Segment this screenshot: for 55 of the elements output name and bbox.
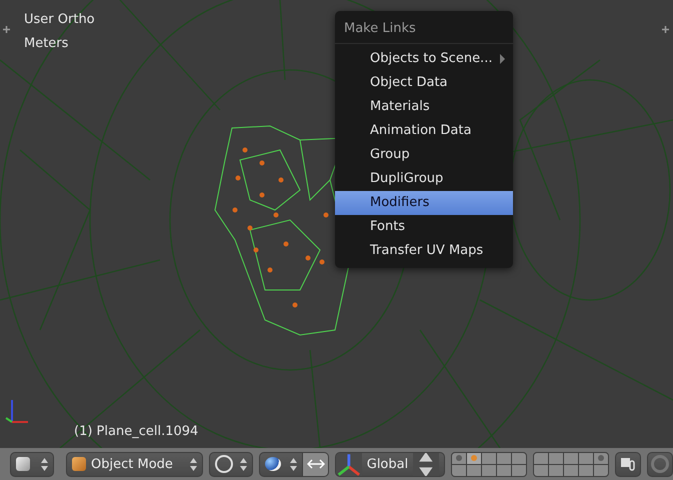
menu-item[interactable]: Objects to Scene... [335, 47, 513, 71]
axis-gizmo-icon [4, 398, 30, 426]
arrows-icon [306, 459, 324, 469]
layer-button[interactable] [482, 452, 496, 464]
menu-item[interactable]: Fonts [335, 215, 513, 239]
object-info: (1) Plane_cell.1094 [74, 424, 198, 439]
layer-button[interactable] [564, 452, 578, 464]
layer-button[interactable] [594, 464, 608, 476]
plus-icon[interactable] [3, 26, 10, 33]
ring-icon [651, 455, 669, 473]
layer-button[interactable] [467, 464, 481, 476]
pivot-dropdown[interactable] [259, 452, 303, 476]
layer-button[interactable] [579, 464, 593, 476]
layer-button[interactable] [579, 452, 593, 464]
layer-button[interactable] [512, 452, 526, 464]
menu-item[interactable]: Animation Data [335, 119, 513, 143]
updown-icon [413, 452, 439, 476]
units-label: Meters [24, 36, 68, 51]
updown-icon [190, 458, 197, 470]
layer-button[interactable] [512, 464, 526, 476]
layer-button[interactable] [497, 452, 511, 464]
menu-item[interactable]: Materials [335, 95, 513, 119]
view-name: User Ortho [24, 12, 95, 27]
plus-icon[interactable] [662, 26, 669, 33]
axes-icon [336, 452, 362, 476]
layer-button[interactable] [594, 452, 608, 464]
link-icon [620, 457, 636, 471]
layer-button[interactable] [534, 464, 548, 476]
submenu-arrow-icon [500, 54, 505, 64]
updown-icon [290, 458, 297, 470]
editor-type-button[interactable] [10, 452, 54, 476]
menu-item[interactable]: Transfer UV Maps [335, 239, 513, 263]
menu-title: Make Links [335, 11, 513, 44]
3d-viewport[interactable]: User Ortho Meters (1) Plane_cell.1094 Make Links Objects to Scene... Object Data Materials Animation Data Group DupliGroup Modifiers Fonts Transfer UV Maps [0, 0, 673, 448]
menu-item[interactable]: Group [335, 143, 513, 167]
orientation-dropdown[interactable]: Global [335, 452, 445, 476]
updown-icon [41, 458, 48, 470]
shading-dropdown[interactable] [209, 452, 253, 476]
proportional-edit-button[interactable] [647, 452, 673, 476]
layer-button[interactable] [497, 464, 511, 476]
layer-button[interactable] [482, 464, 496, 476]
menu-item[interactable]: DupliGroup [335, 167, 513, 191]
layer-button[interactable] [452, 464, 466, 476]
manipulator-toggle[interactable] [303, 452, 329, 476]
layer-button[interactable] [467, 452, 481, 464]
layer-button[interactable] [564, 464, 578, 476]
menu-item[interactable]: Modifiers [335, 191, 513, 215]
layer-button[interactable] [549, 452, 563, 464]
layer-button[interactable] [549, 464, 563, 476]
layer-button[interactable] [534, 452, 548, 464]
menu-item[interactable]: Object Data [335, 71, 513, 95]
layer-button[interactable] [452, 452, 466, 464]
lock-camera-button[interactable] [615, 452, 641, 476]
updown-icon [240, 458, 247, 470]
mode-dropdown[interactable]: Object Mode [66, 452, 203, 476]
